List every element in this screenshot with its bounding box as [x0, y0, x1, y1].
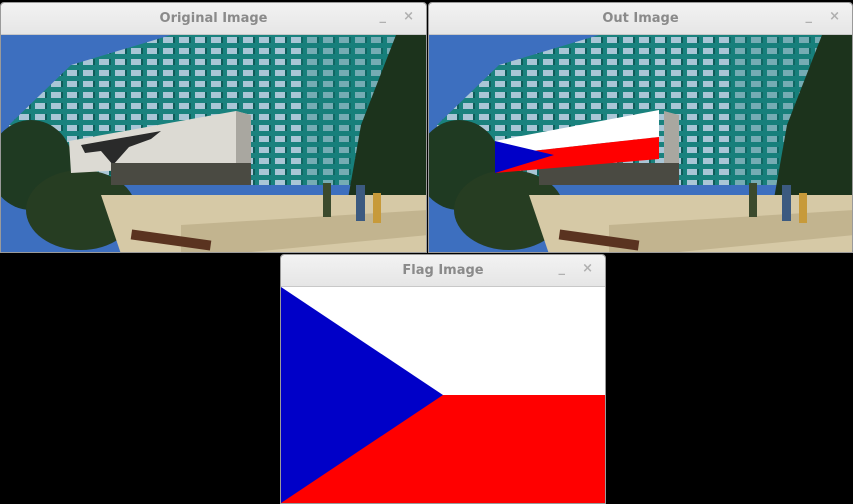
original-image-canvas — [1, 35, 426, 252]
flag-image-canvas — [281, 287, 605, 503]
czech-flag — [281, 287, 605, 503]
titlebar[interactable]: Flag Image _ × — [281, 255, 605, 287]
building-photo-with-flag — [429, 35, 852, 252]
flag-image-window[interactable]: Flag Image _ × — [280, 254, 606, 504]
window-title: Original Image — [159, 11, 268, 26]
window-title: Flag Image — [402, 263, 484, 278]
window-title: Out Image — [602, 11, 679, 26]
minimize-icon[interactable]: _ — [806, 9, 813, 24]
close-icon[interactable]: × — [582, 261, 593, 276]
close-icon[interactable]: × — [829, 9, 840, 24]
minimize-icon[interactable]: _ — [380, 9, 387, 24]
out-image-canvas — [429, 35, 852, 252]
original-image-window[interactable]: Original Image _ × — [0, 2, 427, 253]
minimize-icon[interactable]: _ — [559, 261, 566, 276]
titlebar[interactable]: Out Image _ × — [429, 3, 852, 35]
out-image-window[interactable]: Out Image _ × — [428, 2, 853, 253]
close-icon[interactable]: × — [403, 9, 414, 24]
building-photo — [1, 35, 426, 252]
titlebar[interactable]: Original Image _ × — [1, 3, 426, 35]
